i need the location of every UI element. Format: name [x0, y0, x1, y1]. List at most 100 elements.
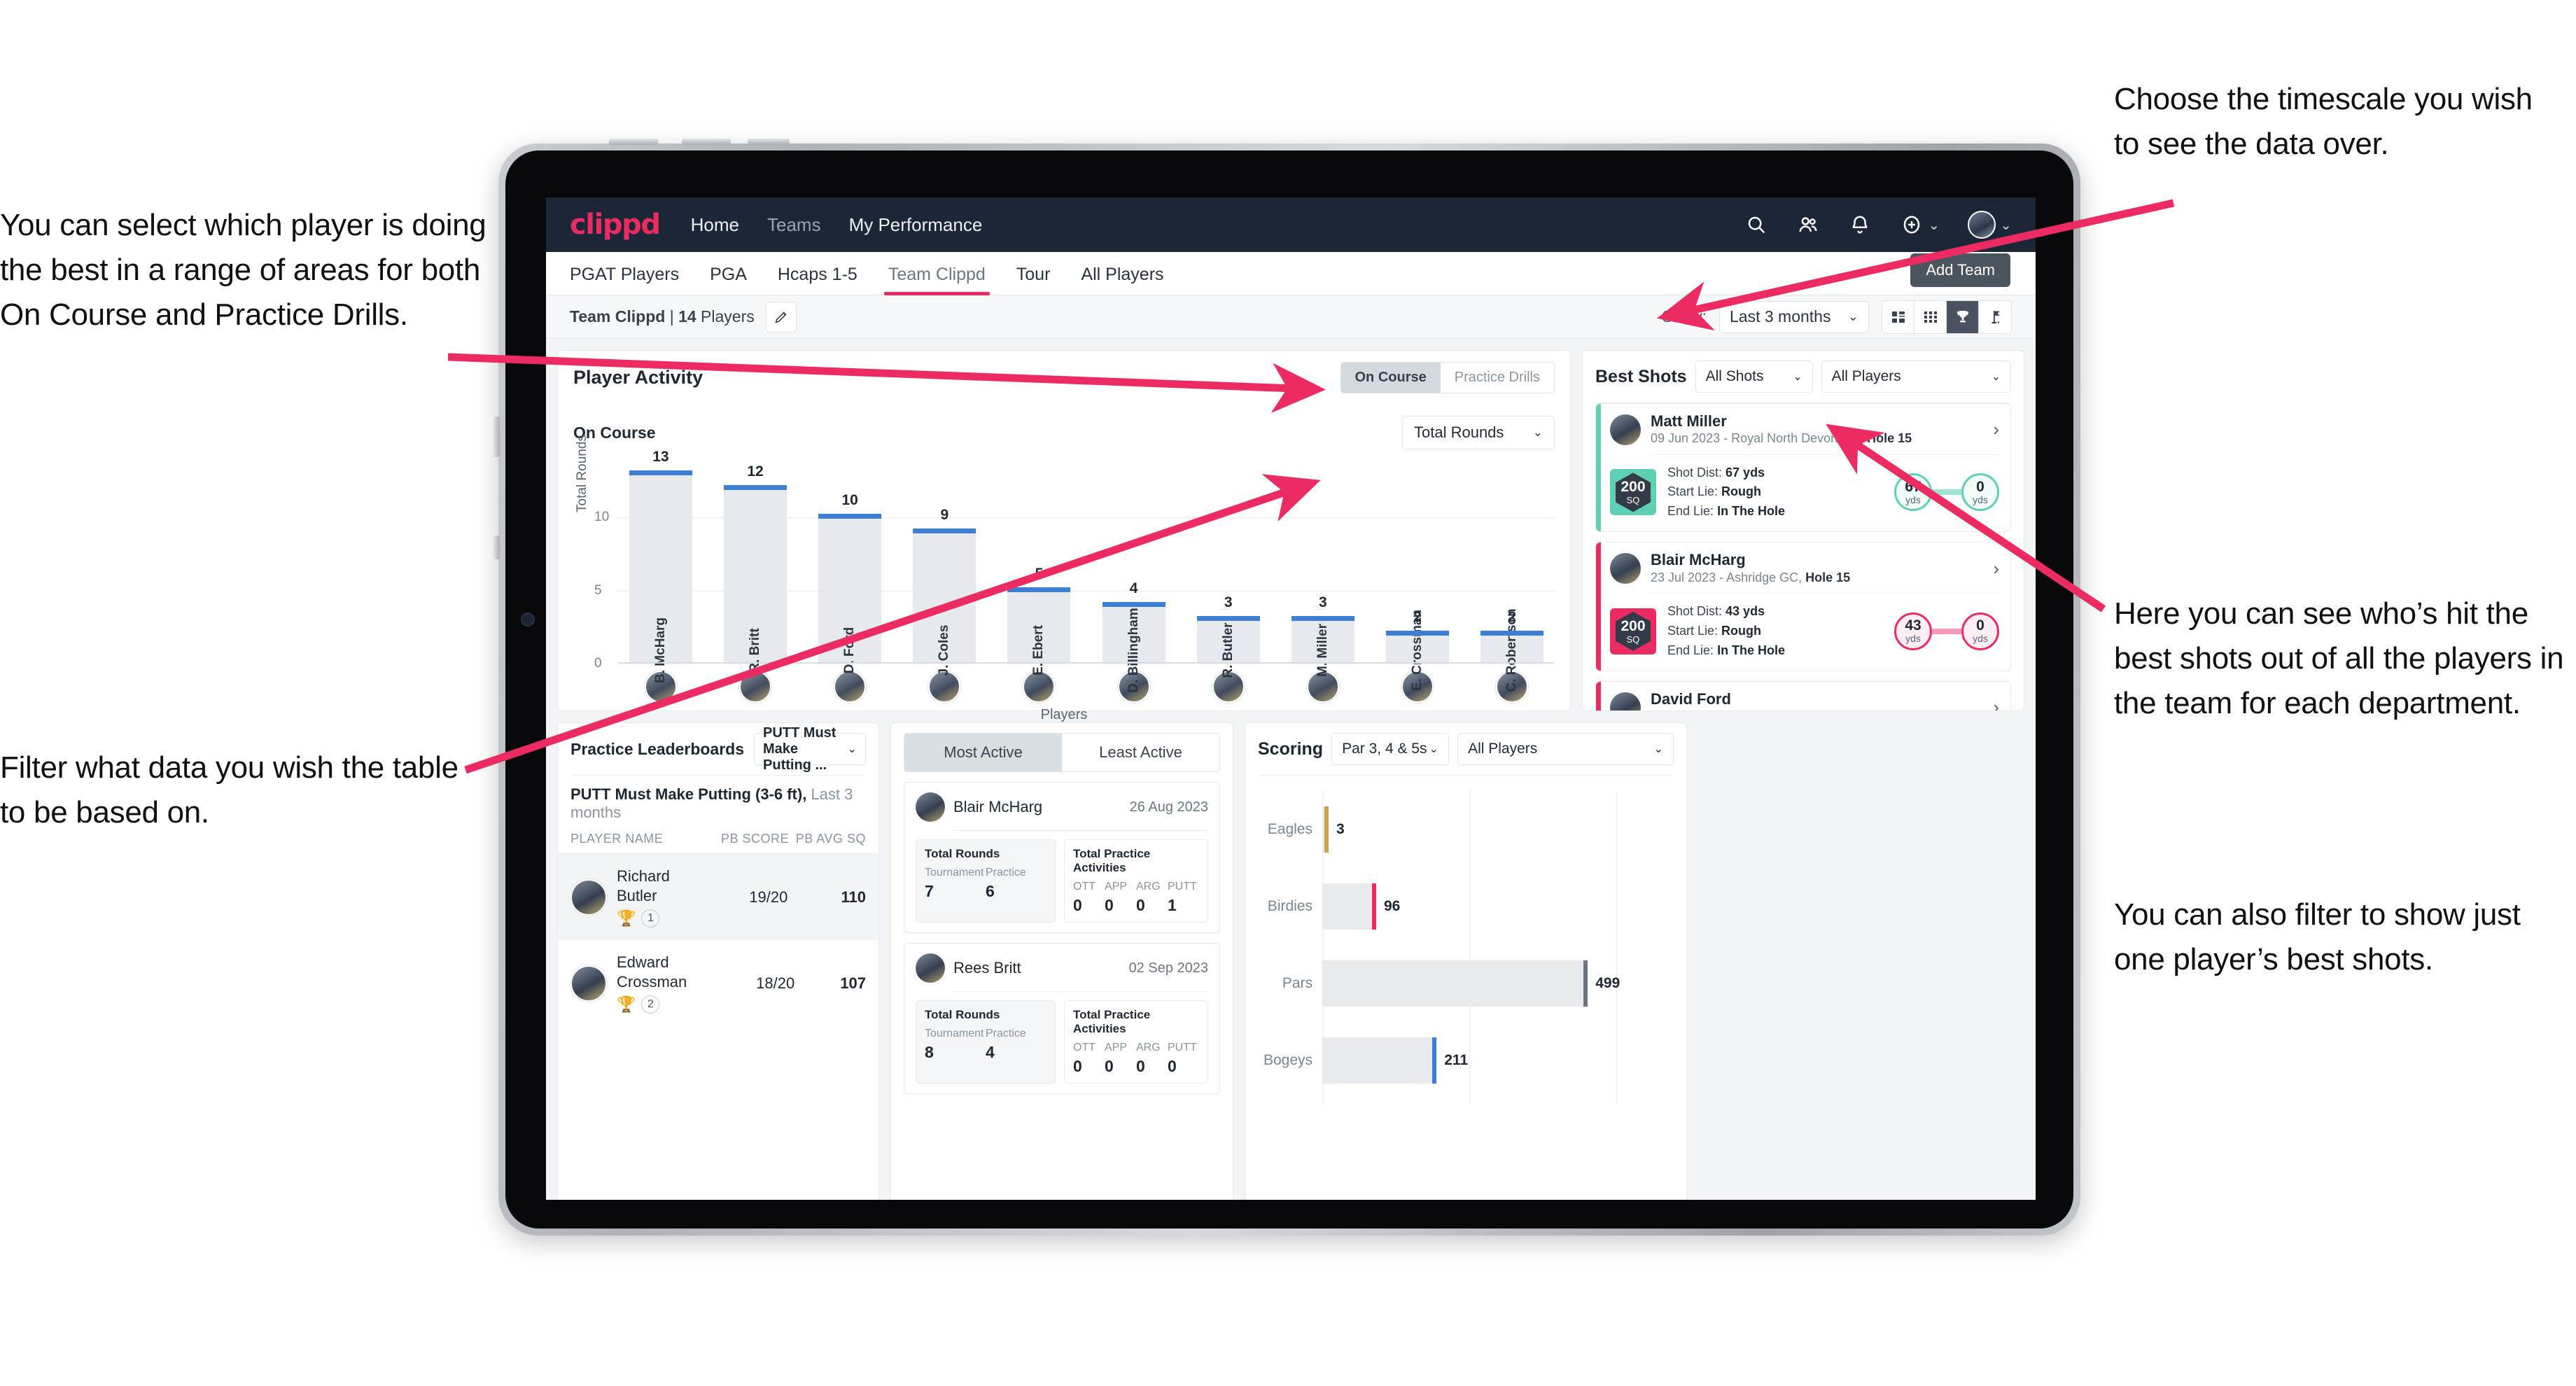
bar-column[interactable]: 3 R. Butler — [1186, 459, 1271, 678]
practice-leaderboards-columns: PLAYER NAME PB SCORE PB AVG SQ — [558, 822, 878, 854]
bar-column[interactable]: 2 E. Crossman — [1375, 459, 1460, 691]
bar-value: 12 — [747, 463, 764, 479]
bar[interactable]: J. Coles — [913, 528, 976, 676]
bar-column[interactable]: 4 D. Billingham — [1091, 459, 1177, 693]
bar[interactable]: R. Butler — [1196, 616, 1260, 678]
scoring-player-filter[interactable]: All Players ⌄ — [1457, 733, 1674, 765]
best-shot-card[interactable]: David Ford24 Aug 2023 - Royal North Devo… — [1595, 680, 2011, 710]
tab-team-clippd[interactable]: Team Clippd — [883, 265, 990, 295]
best-shot-card[interactable]: Matt Miller 09 Jun 2023 - Royal North Dev… — [1595, 402, 2011, 533]
chevron-right-icon[interactable]: › — [1993, 696, 1999, 710]
tab-least-active[interactable]: Least Active — [1062, 734, 1219, 771]
chevron-right-icon[interactable]: › — [1993, 419, 1999, 440]
bar-column[interactable]: 12 R. Britt — [713, 459, 798, 673]
shot-from-node: 43 yds — [1894, 612, 1932, 650]
tab-hcaps-1-5[interactable]: Hcaps 1-5 — [778, 265, 858, 295]
column-pb-score: PB SCORE — [720, 832, 789, 846]
scoring-track: 211 — [1322, 1022, 1674, 1099]
edit-team-button[interactable] — [765, 301, 797, 332]
nav-link-home[interactable]: Home — [691, 214, 739, 236]
leaderboard-row[interactable]: Edward Crossman 🏆 2 18/20 107 — [558, 940, 878, 1026]
activity-card-item[interactable]: Rees Britt 02 Sep 2023 Total Rounds Tournam… — [904, 943, 1220, 1094]
tab-tour[interactable]: Tour — [1016, 265, 1051, 295]
bar-column[interactable]: 5 E. Ebert — [997, 459, 1082, 676]
avatar[interactable] — [1968, 211, 1996, 239]
best-shots-player-filter[interactable]: All Players ⌄ — [1821, 360, 2011, 393]
bell-icon[interactable] — [1848, 213, 1872, 237]
drill-select[interactable]: PUTT Must Make Putting ... ⌄ — [754, 725, 866, 773]
chevron-down-icon: ⌄ — [1991, 371, 2001, 383]
scoring-row[interactable]: Pars 499 — [1258, 945, 1674, 1022]
bar[interactable]: C. Robertson — [1480, 608, 1544, 692]
scoring-bar[interactable] — [1322, 1037, 1437, 1084]
total-rounds-block: Total Rounds Tournament 8 Practice 4 — [916, 1000, 1056, 1084]
best-shot-card[interactable]: Blair McHarg 23 Jul 2023 - Ashridge GC, H… — [1595, 542, 2011, 671]
bar[interactable]: M. Miller — [1291, 616, 1355, 677]
add-menu[interactable]: ⌄ — [1900, 213, 1940, 237]
bar-column[interactable]: 3 M. Miller — [1280, 459, 1366, 677]
pb-avg-sq: 107 — [840, 974, 866, 992]
tab-pga[interactable]: PGA — [710, 265, 747, 295]
view-toggle-trophy[interactable] — [1947, 300, 1979, 333]
activity-card-item[interactable]: Blair McHarg 26 Aug 2023 Total Rounds Tourn… — [904, 782, 1220, 933]
search-icon[interactable] — [1744, 213, 1768, 237]
segment-practice-drills[interactable]: Practice Drills — [1440, 363, 1554, 393]
player-activity-title: Player Activity — [573, 367, 704, 388]
scoring-bar[interactable] — [1322, 960, 1588, 1007]
bar-column[interactable]: 10 D. Ford — [807, 459, 892, 673]
bar-column[interactable]: 13 B. McHarg — [618, 449, 704, 683]
practice-col: PUTT 0 — [1168, 1042, 1197, 1075]
view-toggle-golf-flag[interactable] — [1979, 301, 2011, 333]
scoring-par-filter[interactable]: Par 3, 4 & 5s ⌄ — [1331, 733, 1450, 765]
profile-menu[interactable]: ⌄ — [1968, 211, 2012, 239]
segment-on-course[interactable]: On Course — [1340, 363, 1441, 393]
bar-column[interactable]: 9 J. Coles — [902, 459, 987, 676]
scoring-bar[interactable] — [1322, 883, 1376, 930]
metric-select[interactable]: Total Rounds ⌄ — [1402, 416, 1555, 449]
player-count: 14 — [678, 307, 696, 326]
best-shots-shot-filter[interactable]: All Shots ⌄ — [1695, 360, 1813, 393]
nav-link-teams[interactable]: Teams — [767, 214, 821, 236]
shot-details: Shot Dist: 67 yds Start Lie: Rough End Lie… — [1667, 463, 1785, 522]
bar-value: 3 — [1224, 594, 1233, 611]
best-shots-title: Best Shots — [1595, 366, 1687, 386]
bar-value: 13 — [652, 448, 669, 465]
people-icon[interactable] — [1796, 213, 1820, 237]
bar[interactable]: B. McHarg — [629, 470, 693, 683]
practice-col: ARG 0 — [1136, 881, 1161, 914]
scoring-bar[interactable] — [1322, 806, 1329, 853]
to-unit: yds — [1973, 494, 1988, 505]
scoring-category-label: Eagles — [1267, 821, 1312, 837]
add-team-tooltip: Add Team — [1910, 253, 2010, 287]
player-avatar[interactable] — [713, 671, 798, 703]
tab-pgat-players[interactable]: PGAT Players — [570, 265, 679, 295]
bar[interactable]: R. Britt — [723, 484, 788, 673]
rank-badge: 2 — [641, 995, 660, 1014]
scoring-row[interactable]: Bogeys 211 — [1258, 1022, 1674, 1099]
bar-column[interactable]: 2 C. Robertson — [1469, 459, 1555, 692]
tab-most-active[interactable]: Most Active — [904, 734, 1062, 771]
scoring-row[interactable]: Birdies 96 — [1258, 868, 1674, 945]
chevron-right-icon[interactable]: › — [1993, 558, 1999, 580]
bar[interactable]: D. Billingham — [1102, 601, 1166, 693]
bar-category-label: E. Ebert — [1031, 625, 1046, 676]
period-select[interactable]: Last 3 months ⌄ — [1719, 300, 1869, 333]
tab-all-players[interactable]: All Players — [1081, 265, 1163, 295]
activity-player-name: Rees Britt — [953, 959, 1021, 976]
player-avatar[interactable] — [807, 671, 892, 703]
view-toggle-grid-2x2[interactable] — [1882, 300, 1914, 333]
player-badges: 🏆 1 — [617, 909, 704, 927]
bar[interactable]: E. Ebert — [1007, 587, 1071, 676]
start-lie-value: Rough — [1721, 623, 1762, 638]
plus-circle-icon[interactable] — [1900, 213, 1924, 237]
clippd-logo[interactable]: clippd — [570, 209, 661, 241]
view-toggle-grid-3x3[interactable] — [1914, 300, 1947, 333]
rounds-col: Tournament 8 — [925, 1028, 984, 1061]
leaderboard-row[interactable]: Richard Butler 🏆 1 19/20 110 — [558, 854, 878, 940]
scoring-row[interactable]: Eagles 3 — [1258, 791, 1674, 868]
nav-link-my-performance[interactable]: My Performance — [849, 214, 983, 236]
volume-up-button — [682, 139, 731, 145]
bar-category-label: R. Britt — [748, 628, 763, 673]
bar[interactable]: E. Crossman — [1385, 610, 1450, 691]
bar[interactable]: D. Ford — [818, 514, 882, 673]
